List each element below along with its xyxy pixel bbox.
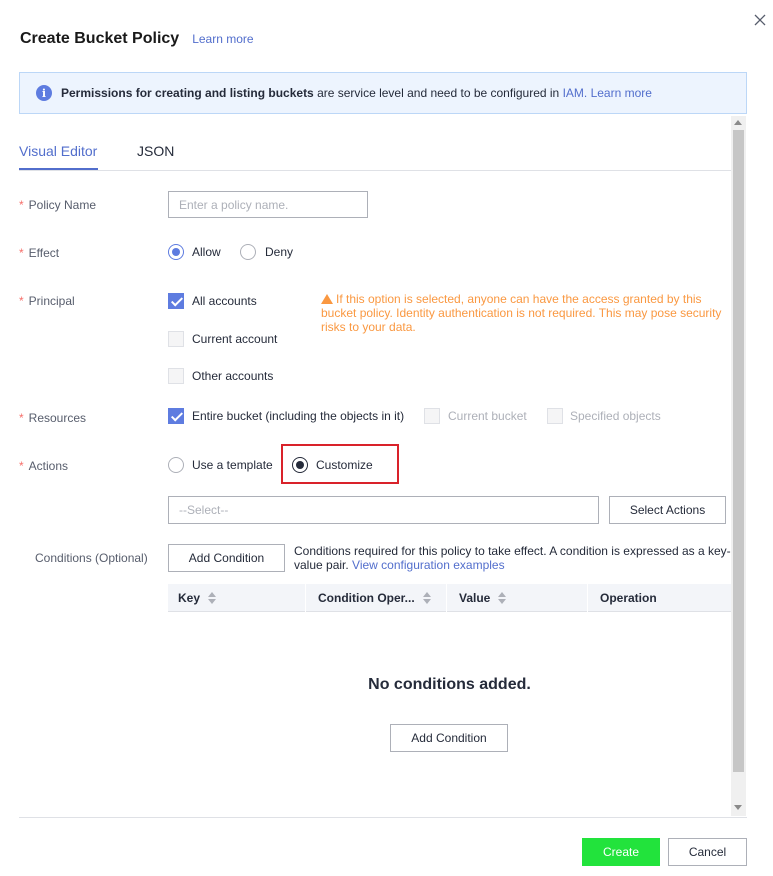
- actions-use-template-radio[interactable]: [168, 457, 184, 473]
- effect-deny-label[interactable]: Deny: [265, 245, 293, 259]
- info-banner: i Permissions for creating and listing b…: [19, 72, 747, 114]
- create-bucket-policy-dialog: Create Bucket Policy Learn more i Permis…: [0, 0, 773, 876]
- actions-customize-label[interactable]: Customize: [316, 458, 373, 472]
- column-header-condition-operator[interactable]: Condition Oper...: [308, 584, 446, 612]
- column-header-key[interactable]: Key: [168, 584, 305, 612]
- cancel-button[interactable]: Cancel: [668, 838, 747, 866]
- tab-json[interactable]: JSON: [137, 143, 174, 159]
- dialog-header: Create Bucket Policy Learn more: [20, 30, 254, 48]
- header-learn-more-link[interactable]: Learn more: [192, 32, 253, 46]
- info-icon: i: [36, 85, 52, 101]
- sort-icon[interactable]: [208, 592, 217, 604]
- banner-learn-more-link[interactable]: Learn more: [591, 86, 652, 100]
- footer-divider: [19, 817, 747, 818]
- view-configuration-examples-link[interactable]: View configuration examples: [352, 558, 505, 572]
- resources-entire-bucket-label[interactable]: Entire bucket (including the objects in …: [192, 409, 404, 423]
- banner-body-text: are service level and need to be configu…: [313, 86, 563, 100]
- policy-name-input[interactable]: Enter a policy name.: [168, 191, 368, 218]
- active-tab-indicator: [19, 168, 98, 170]
- principal-current-account-checkbox[interactable]: [168, 331, 184, 347]
- actions-use-template-label[interactable]: Use a template: [192, 458, 273, 472]
- conditions-description: Conditions required for this policy to t…: [294, 544, 731, 572]
- warning-icon: [321, 294, 333, 304]
- add-condition-button[interactable]: Add Condition: [168, 544, 285, 572]
- scroll-up-icon[interactable]: [734, 120, 742, 125]
- column-header-value[interactable]: Value: [449, 584, 587, 612]
- column-header-operation: Operation: [600, 591, 657, 605]
- resources-label: * Resources: [19, 411, 87, 425]
- select-actions-button[interactable]: Select Actions: [609, 496, 726, 524]
- principal-all-accounts-label[interactable]: All accounts: [192, 294, 257, 308]
- no-conditions-message: No conditions added.: [368, 676, 531, 693]
- empty-add-condition-button[interactable]: Add Condition: [390, 724, 508, 752]
- banner-iam-link[interactable]: IAM.: [563, 86, 588, 100]
- form-scroll-area: Visual Editor JSON * Policy Name Enter a …: [19, 116, 747, 816]
- effect-allow-label[interactable]: Allow: [192, 245, 221, 259]
- actions-label: * Actions: [19, 459, 69, 473]
- editor-tabs: Visual Editor JSON: [19, 116, 731, 171]
- effect-deny-radio[interactable]: [240, 244, 256, 260]
- principal-all-accounts-checkbox[interactable]: [168, 293, 184, 309]
- close-icon[interactable]: [752, 12, 768, 28]
- create-button[interactable]: Create: [582, 838, 660, 866]
- conditions-table-header: Key Condition Oper... Value Operation: [168, 584, 731, 612]
- actions-select-dropdown[interactable]: --Select--: [168, 496, 599, 524]
- dialog-title: Create Bucket Policy: [20, 30, 180, 47]
- principal-label: * Principal: [19, 294, 75, 308]
- principal-other-accounts-label[interactable]: Other accounts: [192, 369, 273, 383]
- principal-warning: If this option is selected, anyone can h…: [321, 292, 722, 334]
- scrollbar-thumb[interactable]: [733, 130, 744, 772]
- resources-entire-bucket-checkbox[interactable]: [168, 408, 184, 424]
- policy-name-label: * Policy Name: [19, 198, 97, 212]
- tab-visual-editor[interactable]: Visual Editor: [19, 143, 97, 159]
- scroll-down-icon[interactable]: [734, 805, 742, 810]
- principal-current-account-label[interactable]: Current account: [192, 332, 277, 346]
- resources-current-bucket-label[interactable]: Current bucket: [448, 409, 527, 423]
- conditions-label: Conditions (Optional): [35, 551, 148, 565]
- resources-specified-objects-checkbox[interactable]: [547, 408, 563, 424]
- sort-icon[interactable]: [498, 592, 507, 604]
- resources-specified-objects-label[interactable]: Specified objects: [570, 409, 661, 423]
- form-scrollbar[interactable]: [731, 116, 746, 816]
- effect-label: * Effect: [19, 246, 60, 260]
- sort-icon[interactable]: [422, 592, 431, 604]
- principal-other-accounts-checkbox[interactable]: [168, 368, 184, 384]
- effect-allow-radio[interactable]: [168, 244, 184, 260]
- banner-strong-text: Permissions for creating and listing buc…: [61, 86, 314, 100]
- actions-customize-radio[interactable]: [292, 457, 308, 473]
- resources-current-bucket-checkbox[interactable]: [424, 408, 440, 424]
- banner-text: Permissions for creating and listing buc…: [61, 86, 652, 100]
